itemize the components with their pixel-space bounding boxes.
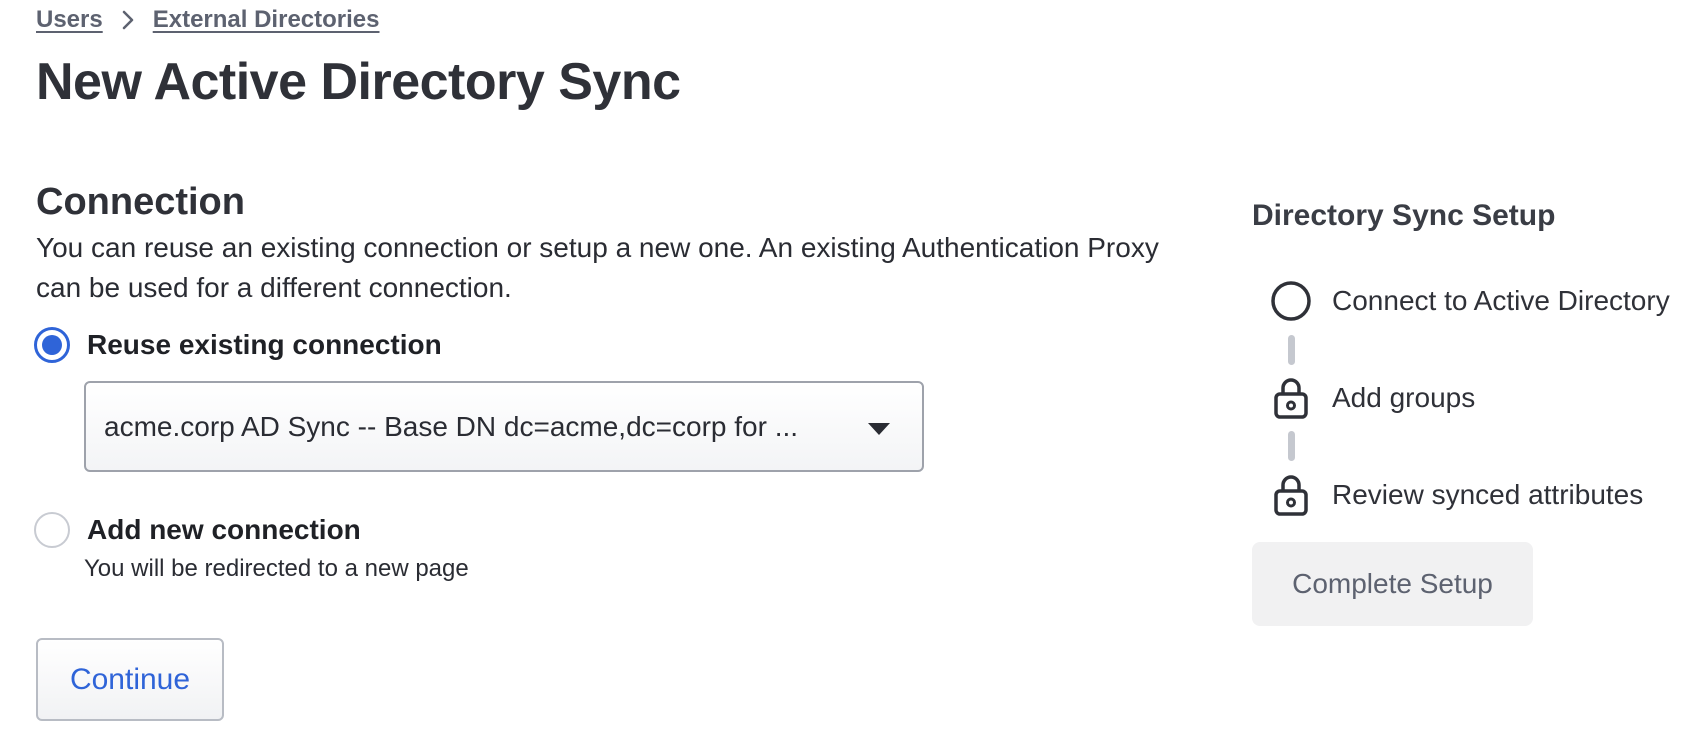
breadcrumb-link-external-directories[interactable]: External Directories: [153, 6, 380, 34]
step-add-groups: Add groups: [1270, 377, 1475, 419]
step-connect-to-active-directory: Connect to Active Directory: [1270, 280, 1670, 322]
radio-label-add-new[interactable]: Add new connection: [87, 514, 361, 546]
caret-down-icon: [868, 422, 890, 440]
select-value: acme.corp AD Sync -- Base DN dc=acme,dc=…: [104, 410, 799, 442]
step-label: Add groups: [1332, 382, 1476, 413]
step-label: Connect to Active Directory: [1332, 285, 1670, 316]
section-title-connection: Connection: [36, 181, 245, 223]
lock-icon: [1270, 377, 1312, 419]
add-new-helper-text: You will be redirected to a new page: [84, 555, 469, 582]
circle-icon: [1270, 280, 1312, 322]
step-connector: [1288, 431, 1295, 461]
radio-label-reuse-existing[interactable]: Reuse existing connection: [87, 329, 442, 361]
radio-add-new-connection[interactable]: [34, 512, 70, 548]
complete-setup-button: Complete Setup: [1252, 542, 1533, 626]
page-title: New Active Directory Sync: [36, 53, 681, 111]
continue-button[interactable]: Continue: [36, 638, 224, 721]
step-review-synced-attributes: Review synced attributes: [1270, 474, 1643, 516]
existing-connection-select[interactable]: acme.corp AD Sync -- Base DN dc=acme,dc=…: [84, 381, 924, 472]
breadcrumb-link-users[interactable]: Users: [36, 6, 103, 34]
chevron-right-icon: [121, 9, 135, 31]
radio-reuse-existing-connection[interactable]: [34, 327, 70, 363]
breadcrumb: Users External Directories: [36, 6, 380, 34]
step-label: Review synced attributes: [1332, 479, 1644, 510]
step-connector: [1288, 335, 1295, 365]
section-description: You can reuse an existing connection or …: [36, 232, 1159, 303]
sidebar-title: Directory Sync Setup: [1252, 199, 1556, 232]
lock-icon: [1270, 474, 1312, 516]
